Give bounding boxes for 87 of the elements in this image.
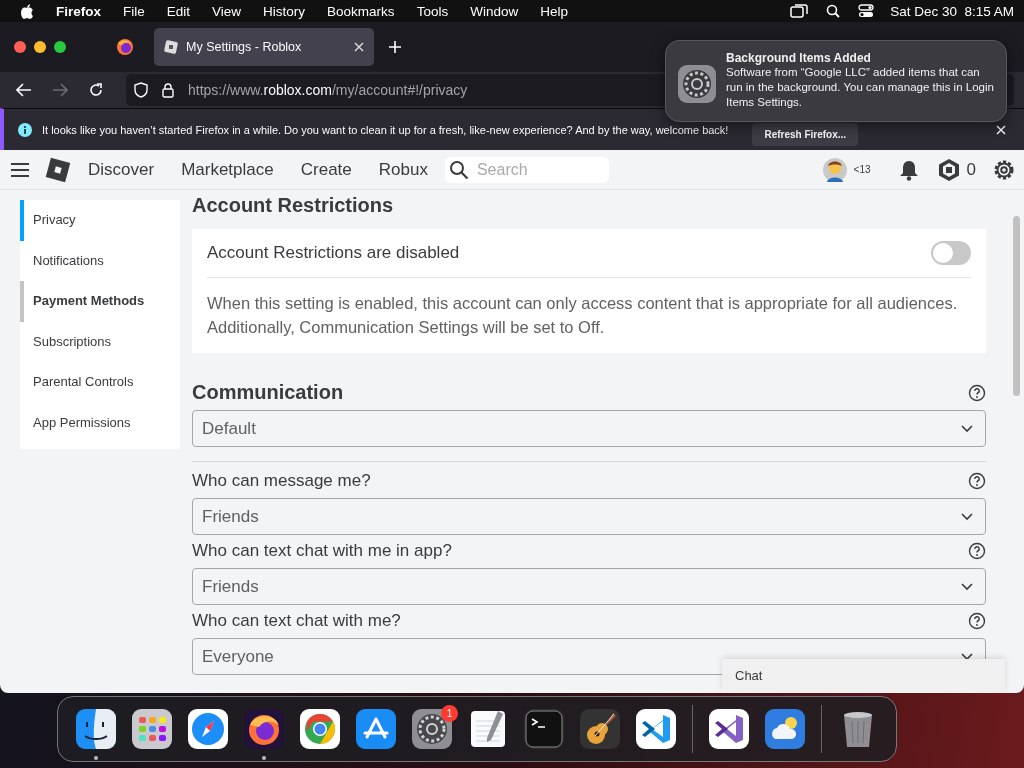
app-grid-icon[interactable] [132, 709, 172, 749]
setting-question: Who can text chat with me in app? [192, 541, 452, 561]
new-tab-icon[interactable] [388, 40, 402, 54]
robux-count: 0 [966, 159, 976, 180]
menu-item[interactable]: Edit [166, 3, 191, 19]
bell-icon[interactable] [898, 158, 919, 181]
avatar-icon[interactable] [821, 156, 848, 183]
app-menu[interactable]: Firefox [56, 3, 101, 19]
control-center-icon[interactable] [858, 4, 875, 18]
code-editor-icon[interactable] [636, 709, 676, 749]
dropdown[interactable]: Friends [192, 498, 986, 535]
dropdown[interactable]: Default [192, 410, 986, 447]
menu-item[interactable]: Tools [416, 3, 449, 19]
gear-icon[interactable] [412, 709, 452, 749]
nav-link[interactable]: Create [300, 159, 352, 180]
menu-item[interactable]: File [123, 3, 145, 19]
gear-icon [678, 65, 716, 103]
clock: Sat Dec 30 8:15 AM [890, 3, 1014, 19]
zoom-button[interactable] [54, 41, 66, 53]
description-text: When this setting is enabled, this account can only access content that is appropriate for all audiences. Additionally, Communication Settings will be set to Off. [207, 293, 959, 338]
minimize-button[interactable] [34, 41, 46, 53]
close-window-button[interactable] [14, 41, 26, 53]
guitar-icon[interactable] [580, 709, 620, 749]
apple-icon[interactable] [20, 3, 34, 19]
sidebar-item[interactable]: Subscriptions [20, 321, 180, 362]
firefox-icon[interactable] [244, 709, 284, 749]
forward-icon [52, 83, 68, 97]
chevron-icon [961, 512, 973, 521]
weather-icon[interactable] [765, 709, 805, 749]
notification-title: Background Items Added [726, 51, 872, 65]
toggle-switch[interactable] [931, 241, 971, 265]
tab-title: My Settings - Roblox [186, 40, 303, 54]
lock-icon[interactable] [162, 82, 174, 98]
sidebar-item[interactable]: Payment Methods [20, 281, 180, 322]
chrome-icon[interactable] [300, 709, 340, 749]
refresh-button[interactable]: Refresh Firefox... [752, 123, 859, 146]
chevron-icon [961, 582, 973, 591]
notification-badge: 1 [441, 705, 458, 722]
notification-message: It looks like you haven’t started Firefox in a while. Do you want to clean it up for a fresh, like-new experience? And by the way, welcome back! [42, 123, 729, 136]
help-icon[interactable] [968, 542, 986, 560]
help-icon[interactable] [968, 472, 986, 490]
menu-item[interactable]: History [263, 3, 306, 19]
browser-tab[interactable]: My Settings - Roblox [154, 28, 374, 66]
firefox-icon[interactable] [116, 38, 134, 56]
app-store-icon[interactable] [356, 709, 396, 749]
menu-item[interactable]: Help [540, 3, 568, 19]
toggle-label: Account Restrictions are disabled [207, 243, 460, 263]
nav-link[interactable]: Marketplace [181, 159, 274, 180]
search-icon[interactable] [826, 4, 841, 18]
help-icon[interactable] [968, 612, 986, 630]
help-icon[interactable] [968, 383, 986, 402]
menu-item[interactable]: View [212, 3, 242, 19]
search-icon [448, 159, 469, 180]
section-heading: Communication [192, 381, 344, 404]
setting-question: Who can message me? [192, 471, 371, 491]
nav-link[interactable]: Discover [88, 159, 155, 180]
page-icon [164, 40, 178, 54]
section-heading: Account Restrictions [192, 194, 395, 217]
url-text: https://www.roblox.com/my/account#!/privacy [188, 82, 468, 98]
compass-icon[interactable] [188, 709, 228, 749]
close-icon[interactable] [354, 42, 364, 52]
background-items-toast[interactable]: Background Items Added Software from “Google LLC” added items that can run in the background. You can manage this in Login Items Settings. [665, 40, 1007, 122]
chat-dialog[interactable]: Chat [722, 659, 1005, 693]
age-label: <13 [853, 164, 871, 175]
finder-icon[interactable] [76, 709, 116, 749]
sidebar-item[interactable]: Privacy [20, 200, 180, 241]
reload-icon[interactable] [88, 82, 104, 98]
search-field[interactable]: Search [444, 156, 609, 183]
robux-icon[interactable] [936, 157, 961, 182]
menu-icon[interactable] [10, 161, 30, 178]
visual-studio-icon[interactable] [709, 709, 749, 749]
nav-link[interactable]: Robux [378, 159, 428, 180]
back-icon[interactable] [16, 83, 32, 97]
sidebar-item[interactable]: App Permissions [20, 402, 180, 443]
info-icon [18, 122, 32, 137]
sidebar-item[interactable]: Parental Controls [20, 362, 180, 403]
sidebar-item[interactable]: Notifications [20, 240, 180, 281]
chevron-icon [961, 652, 973, 661]
notepad-icon[interactable] [468, 709, 508, 749]
windows-icon[interactable] [790, 4, 809, 18]
chevron-icon [961, 424, 973, 433]
dropdown[interactable]: Friends [192, 568, 986, 605]
menu-item[interactable]: Window [470, 3, 519, 19]
setting-question: Who can text chat with me? [192, 611, 401, 631]
terminal-icon[interactable] [524, 709, 564, 749]
shield-icon[interactable] [134, 82, 148, 98]
menu-item[interactable]: Bookmarks [327, 3, 395, 19]
